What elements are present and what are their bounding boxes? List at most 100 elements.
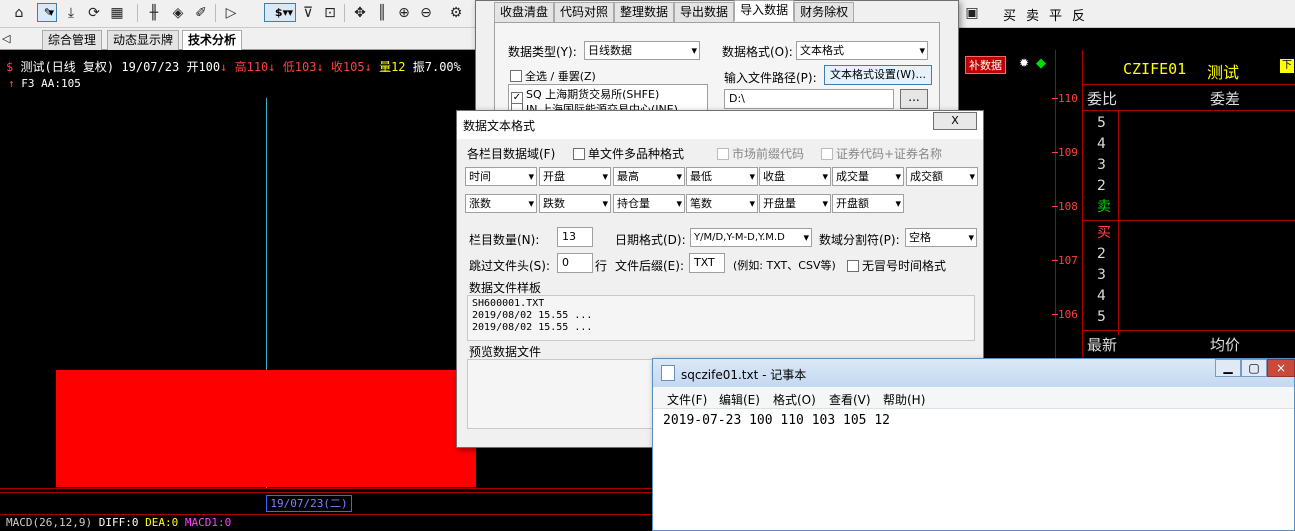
open-value: 开100 [186,60,221,74]
candle-body [56,370,476,487]
code-name-checkbox[interactable]: 证券代码+证券名称 [821,145,942,162]
date-format-select[interactable]: Y/M/D,Y-M-D,Y.M.D [690,228,812,247]
refresh-icon[interactable]: ⟳ [84,3,104,23]
move-icon[interactable]: ✥ [350,3,370,23]
close-window-button[interactable]: × [1267,359,1295,377]
field-select-12[interactable]: 开盘量 [759,194,831,213]
volume-value: 量12 [379,60,406,74]
field-select-7[interactable]: 成交额 [906,167,978,186]
input-path-field[interactable]: D:\ [724,89,894,109]
notepad-content[interactable]: 2019-07-23 100 110 103 105 12 [663,413,890,428]
avg-label: 均价 [1210,336,1241,354]
candles-icon[interactable]: ╫ [144,3,164,23]
zoom-in-icon[interactable]: ⊕ [394,3,414,23]
bar-date: 19/07/23 [121,60,180,74]
chart-icon[interactable]: ⊡ [320,3,340,23]
green-diamond-icon[interactable]: ◆ [1036,56,1046,71]
sell-levels: 5432 卖 [1097,115,1111,215]
security-name: 测试 [20,60,45,74]
home-icon[interactable]: ⌂ [9,3,29,23]
settings-icon[interactable]: ⚙ [446,3,466,23]
order-ratio-label: 委比 [1087,90,1118,108]
quote-code: CZIFE01 [1123,60,1187,78]
buy-levels: 买 2345 [1097,225,1111,325]
field-select-13[interactable]: 开盘额 [832,194,904,213]
view-tabs: ◁ 综合管理 动态显示牌 技术分析 [0,28,475,51]
supplement-data-badge[interactable]: 补数据 [965,56,1006,74]
filter-icon[interactable]: ⊽ [298,3,318,23]
dialog-title: 数据文本格式 [463,119,536,133]
data-format-select[interactable]: 文本格式 [796,41,928,60]
notepad-title: sqczife01.txt - 记事本 [681,368,807,382]
column-count-label: 栏目数量(N): [469,233,540,247]
skip-header-input[interactable]: 0 [557,253,593,273]
text-format-settings-button[interactable]: 文本格式设置(W)... [824,65,932,85]
tab-manage[interactable]: 综合管理 [42,30,103,50]
amplitude-value: 振7.00% [412,60,461,74]
minimize-button[interactable]: ▁ [1215,359,1241,377]
gear-icon[interactable]: ✹ [1019,56,1029,70]
data-type-label: 数据类型(Y): [508,45,577,59]
market-prefix-checkbox[interactable]: 市场前缀代码 [717,145,804,162]
no-colon-checkbox[interactable]: 无冒号时间格式 [847,257,946,274]
file-ext-input[interactable]: TXT [689,253,725,273]
field-select-10[interactable]: 持仓量 [613,194,685,213]
skip-unit: 行 [595,259,608,273]
draw-icon[interactable]: ✎ [37,3,57,22]
date-cursor-label: 19/07/23(二) [266,495,352,512]
field-select-8[interactable]: 涨数 [465,194,537,213]
maintenance-tabs: 收盘清盘 代码对照 整理数据 导出数据 导入数据 财务除权 [494,0,855,22]
field-select-2[interactable]: 开盘 [539,167,611,186]
tab-import[interactable]: 导入数据 [734,0,795,21]
dollar-icon[interactable]: $▾ [264,3,296,22]
order-diff-label: 委差 [1210,90,1241,108]
download-icon[interactable]: ⤓ [61,3,81,23]
preview-label: 预览数据文件 [469,345,542,359]
column-count-input[interactable]: 13 [557,227,593,247]
field-select-9[interactable]: 跌数 [539,194,611,213]
field-select-3[interactable]: 最高 [613,167,685,186]
high-value: 高110 [234,60,269,74]
date-format-label: 日期格式(D): [615,233,686,247]
select-all-checkbox[interactable]: 全选 / 垂罢(Z) [510,68,596,84]
field-select-1[interactable]: 时间 [465,167,537,186]
zoom-out-icon[interactable]: ⊖ [416,3,436,23]
macd-line: MACD(26,12,9) DIFF:0 DEA:0 MACD1:0 [6,516,232,529]
input-path-label: 输入文件路径(P): [724,71,817,85]
tab-dynamic[interactable]: 动态显示牌 [107,30,180,50]
edit-icon[interactable]: ✐ [191,3,211,23]
close-button[interactable]: X [933,112,977,130]
scroll-left-icon[interactable]: ◁ [2,32,10,45]
fields-label: 各栏目数据域(F) [467,147,556,161]
save-icon[interactable]: ▣ [962,3,982,23]
quote-name: 测试 [1207,63,1240,82]
play-icon[interactable]: ▷ [221,3,241,23]
low-value: 低103 [282,60,317,74]
data-format-label: 数据格式(O): [722,45,793,59]
diamond-icon[interactable]: ◈ [168,3,188,23]
notepad-icon [661,365,675,381]
multi-symbol-checkbox[interactable]: 单文件多品种格式 [573,145,684,162]
grid-icon[interactable]: ▦ [107,3,127,23]
period: (日线 复权) [44,60,115,74]
sample-box: SH600001.TXT 2019/08/02 15.55 ... 2019/08/… [467,295,975,341]
field-select-5[interactable]: 收盘 [759,167,831,186]
chart-header: $ 测试(日线 复权) 19/07/23 开100↓ 高110↓ 低103↓ 收… [6,60,461,74]
field-select-4[interactable]: 最低 [686,167,758,186]
trade-buttons[interactable]: 买卖平反 [1003,5,1095,24]
data-type-select[interactable]: 日线数据 [584,41,700,60]
tab-technical[interactable]: 技术分析 [182,30,243,51]
bar-icon[interactable]: ║ [372,3,392,23]
sample-label: 数据文件样板 [469,281,542,295]
field-select-6[interactable]: 成交量 [832,167,904,186]
separator-select[interactable]: 空格 [905,228,977,247]
file-ext-hint: (例如: TXT、CSV等) [733,259,836,272]
latest-label: 最新 [1087,336,1118,354]
browse-button[interactable]: ... [900,89,928,109]
maximize-button[interactable]: ▢ [1241,359,1267,377]
separator-label: 数域分割符(P): [819,233,900,247]
indicator-line: ↑ F3 AA:105 [8,77,81,90]
field-select-11[interactable]: 笔数 [686,194,758,213]
notepad-window: sqczife01.txt - 记事本 ▁ ▢ × 文件(F) 编辑(E) 格式… [652,358,1295,531]
down-mark[interactable]: 下 [1280,59,1294,73]
